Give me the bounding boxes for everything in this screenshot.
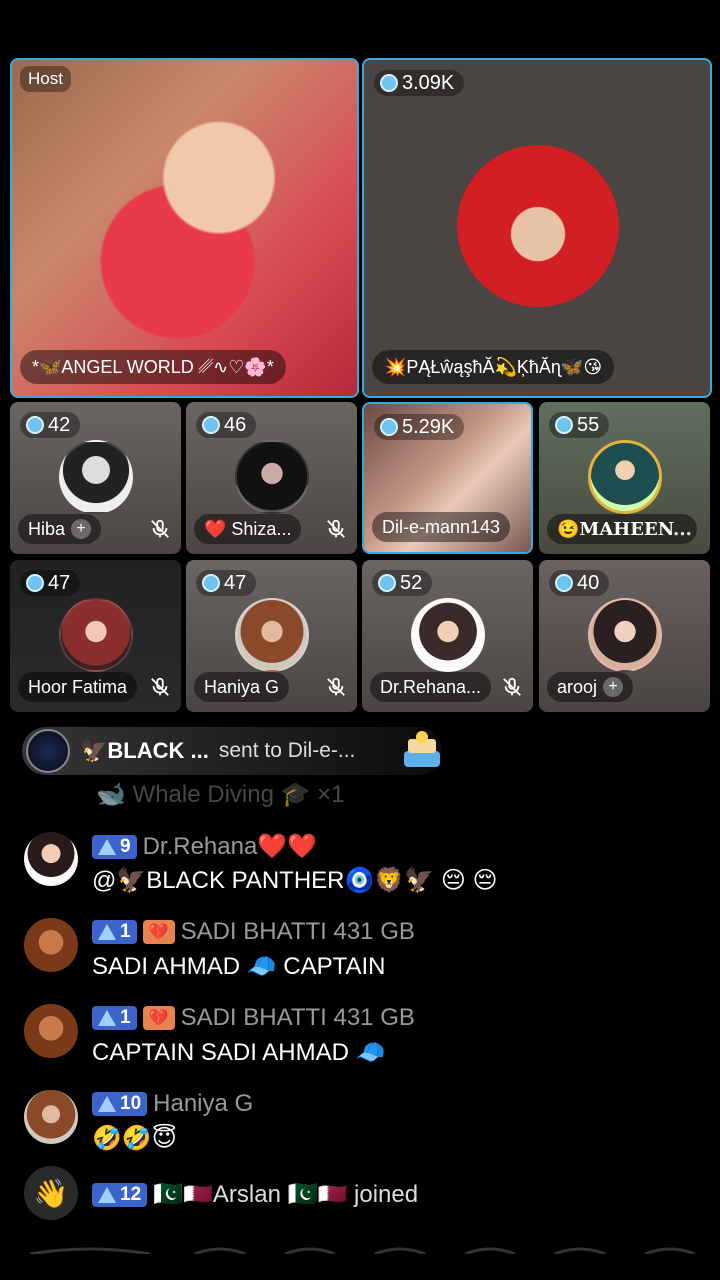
chat-header: 1 💔 SADI BHATTI 431 GB [92, 918, 415, 946]
level-icon [98, 1186, 116, 1203]
seat-name: arooj + [547, 672, 634, 702]
chat-header: 1 💔 SADI BHATTI 431 GB [92, 1004, 415, 1032]
seat-score: 42 [20, 412, 81, 438]
chat-username[interactable]: Haniya G [153, 1090, 253, 1118]
level-icon [98, 838, 116, 855]
host-badge: Host [20, 66, 71, 92]
avatar[interactable] [24, 1090, 78, 1144]
avatar[interactable] [24, 1004, 78, 1058]
avatar [234, 598, 309, 672]
level-icon [98, 924, 116, 940]
seat-score: 47 [196, 570, 257, 596]
chat-text: SADI AHMAD 🧢 CAPTAIN [92, 953, 386, 980]
host-name: *🦋ANGEL WORLD ␥∿♡🌸* [20, 350, 286, 384]
chat-text: @🦅BLACK PANTHER🧿🦁🦅 😔 😔 [92, 867, 498, 894]
gift-sender-avatar[interactable] [26, 729, 70, 773]
avatar [587, 598, 662, 672]
diamond-icon [26, 574, 44, 592]
level-badge: 10 [92, 1092, 148, 1116]
seat-name: Dil-e-mann143 [372, 512, 511, 542]
chat-header: 10 Haniya G [92, 1090, 253, 1118]
avatar [234, 440, 309, 514]
seat-9[interactable]: 40 arooj + [539, 560, 710, 712]
seat-1[interactable]: 3.09K 💥PĄŁŵąşħĂ💫ĶħĂɳ🦋😘 [362, 58, 712, 398]
seat-name: 😉MAHEEN... [547, 514, 697, 544]
follow-plus-icon[interactable]: + [71, 519, 92, 539]
diamond-icon [26, 416, 44, 434]
diamond-icon [202, 574, 220, 592]
bottom-bar-edge [29, 1247, 696, 1254]
diamond-icon [380, 74, 398, 92]
seat-score: 52 [372, 570, 433, 596]
seat-score: 47 [20, 570, 81, 596]
wave-icon[interactable]: 👋 [24, 1166, 78, 1220]
seat-name: Hiba + [18, 514, 102, 544]
seat-2[interactable]: 42 Hiba + [10, 402, 181, 554]
seat-1-score: 3.09K [374, 70, 465, 96]
diamond-icon [555, 416, 573, 434]
seat-name: ❤️ Shiza... [194, 514, 302, 544]
seat-6[interactable]: 47 Hoor Fatima [10, 560, 181, 712]
seat-8[interactable]: 52 Dr.Rehana... [362, 560, 533, 712]
chat-username[interactable]: SADI BHATTI 431 GB [181, 1004, 415, 1032]
avatar [457, 145, 619, 307]
level-badge: 1 [92, 920, 137, 944]
seat-3[interactable]: 46 ❤️ Shiza... [186, 402, 357, 554]
heart-badge-icon: 💔 [142, 920, 175, 944]
avatar [410, 598, 485, 672]
diamond-icon [378, 574, 396, 592]
seat-7[interactable]: 47 Haniya G [186, 560, 357, 712]
chat-text: 🤣🤣😇 [92, 1125, 177, 1152]
level-badge: 12 [92, 1182, 148, 1207]
avatar [587, 440, 662, 514]
diamond-icon [380, 418, 398, 436]
gift-sender-name: 🦅BLACK ... [80, 738, 209, 763]
seat-grid: Host *🦋ANGEL WORLD ␥∿♡🌸* 3.09K 💥PĄŁŵąşħĂ… [0, 0, 720, 720]
level-badge: 1 [92, 1006, 137, 1030]
gift-ticker: 🐋 Whale Diving 🎓 ×1 [96, 781, 345, 808]
chat-header: 9 Dr.Rehana❤️❤️ [92, 832, 317, 861]
seat-name: Dr.Rehana... [370, 672, 492, 702]
avatar [58, 440, 133, 514]
seat-score: 40 [549, 570, 610, 596]
seat-4[interactable]: 5.29K Dil-e-mann143 [362, 402, 533, 554]
diamond-icon [202, 416, 220, 434]
level-badge: 9 [92, 834, 137, 859]
mic-muted-icon [503, 677, 521, 696]
gift-text: sent to Dil-e-... [218, 739, 356, 762]
seat-score: 55 [549, 412, 610, 438]
avatar [58, 598, 133, 672]
mic-muted-icon [151, 519, 169, 538]
chat-username[interactable]: Dr.Rehana❤️❤️ [143, 832, 318, 861]
level-icon [98, 1010, 116, 1026]
join-row: 12 🇵🇰🇶🇦Arslan 🇵🇰🇶🇦 joined [92, 1180, 418, 1209]
diamond-icon [555, 574, 573, 592]
seat-name: Haniya G [194, 672, 290, 702]
seat-1-name: 💥PĄŁŵąşħĂ💫ĶħĂɳ🦋😘 [372, 350, 615, 384]
seat-5[interactable]: 55 😉MAHEEN... [539, 402, 710, 554]
seat-score: 5.29K [374, 414, 465, 440]
heart-badge-icon: 💔 [142, 1006, 175, 1030]
mic-muted-icon [151, 677, 169, 696]
mic-muted-icon [327, 677, 345, 696]
avatar[interactable] [24, 918, 78, 972]
chat-username[interactable]: SADI BHATTI 431 GB [181, 918, 415, 946]
host-seat[interactable]: Host *🦋ANGEL WORLD ␥∿♡🌸* [10, 58, 359, 398]
join-text: 🇵🇰🇶🇦Arslan 🇵🇰🇶🇦 joined [153, 1181, 419, 1208]
follow-plus-icon[interactable]: + [603, 677, 624, 697]
chat-text: CAPTAIN SADI AHMAD 🧢 [92, 1039, 386, 1066]
seat-name: Hoor Fatima [18, 672, 138, 702]
gift-icon [404, 731, 440, 767]
mic-muted-icon [327, 519, 345, 538]
level-icon [98, 1096, 116, 1112]
seat-score: 46 [196, 412, 257, 438]
avatar[interactable] [24, 832, 78, 886]
gift-banner: 🦅BLACK ... sent to Dil-e-... [22, 727, 442, 775]
